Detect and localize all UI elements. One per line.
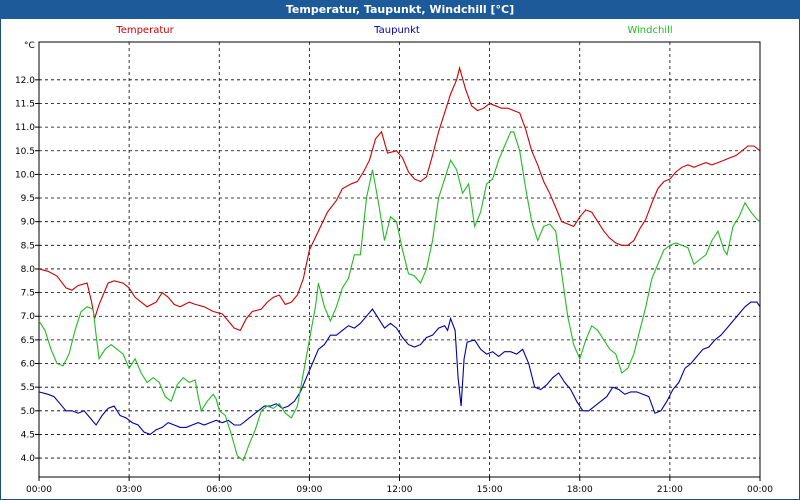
y-tick-label: 10.5 xyxy=(15,147,35,157)
y-tick-label: 5.5 xyxy=(21,383,35,393)
y-tick-label: 6.0 xyxy=(21,360,36,370)
legend-temperatur: Temperatur xyxy=(115,25,174,36)
x-tick-time: 18:00 xyxy=(567,485,593,495)
x-tick-time: 00:00 xyxy=(26,485,52,495)
y-tick-label: 9.5 xyxy=(21,194,35,204)
y-axis-ticks: 4.0 4.5 5.0 5.5 6.0 6.5 7.0 7.5 8.0 8.5 9.0 9.5 10.0… xyxy=(15,76,39,464)
chart-area: 4.0 4.5 5.0 5.5 6.0 6.5 7.0 7.5 8.0 8.5 9.0 9.5 10.0… xyxy=(15,25,773,495)
x-tick-time: 00:00 xyxy=(747,485,773,495)
x-tick-time: 06:00 xyxy=(206,485,232,495)
x-axis-ticks: 00:0006.11.2203:0006.11.2206:0006.11.220… xyxy=(26,477,773,495)
y-tick-label: 11.0 xyxy=(15,123,35,133)
legend: Temperatur Taupunkt Windchill xyxy=(115,25,672,36)
y-tick-label: 7.5 xyxy=(21,289,35,299)
x-tick-time: 12:00 xyxy=(387,485,413,495)
x-tick-time: 09:00 xyxy=(296,485,322,495)
x-tick-time: 21:00 xyxy=(657,485,683,495)
y-tick-label: 4.5 xyxy=(21,430,35,440)
y-tick-label: 7.0 xyxy=(21,312,36,322)
y-tick-label: 6.5 xyxy=(21,336,35,346)
x-tick-time: 03:00 xyxy=(116,485,142,495)
y-axis-unit: °C xyxy=(24,41,35,51)
y-tick-label: 5.0 xyxy=(21,407,36,417)
window-title: Temperatur, Taupunkt, Windchill [°C] xyxy=(0,0,800,19)
legend-taupunkt: Taupunkt xyxy=(373,25,420,36)
y-tick-label: 10.0 xyxy=(15,170,35,180)
y-tick-label: 12.0 xyxy=(15,76,35,86)
x-tick-time: 15:00 xyxy=(477,485,503,495)
legend-windchill: Windchill xyxy=(627,25,672,36)
y-tick-label: 8.0 xyxy=(21,265,36,275)
y-tick-label: 8.5 xyxy=(21,241,35,251)
y-tick-label: 4.0 xyxy=(21,454,36,464)
y-tick-label: 9.0 xyxy=(21,218,36,228)
y-tick-label: 11.5 xyxy=(15,99,35,109)
